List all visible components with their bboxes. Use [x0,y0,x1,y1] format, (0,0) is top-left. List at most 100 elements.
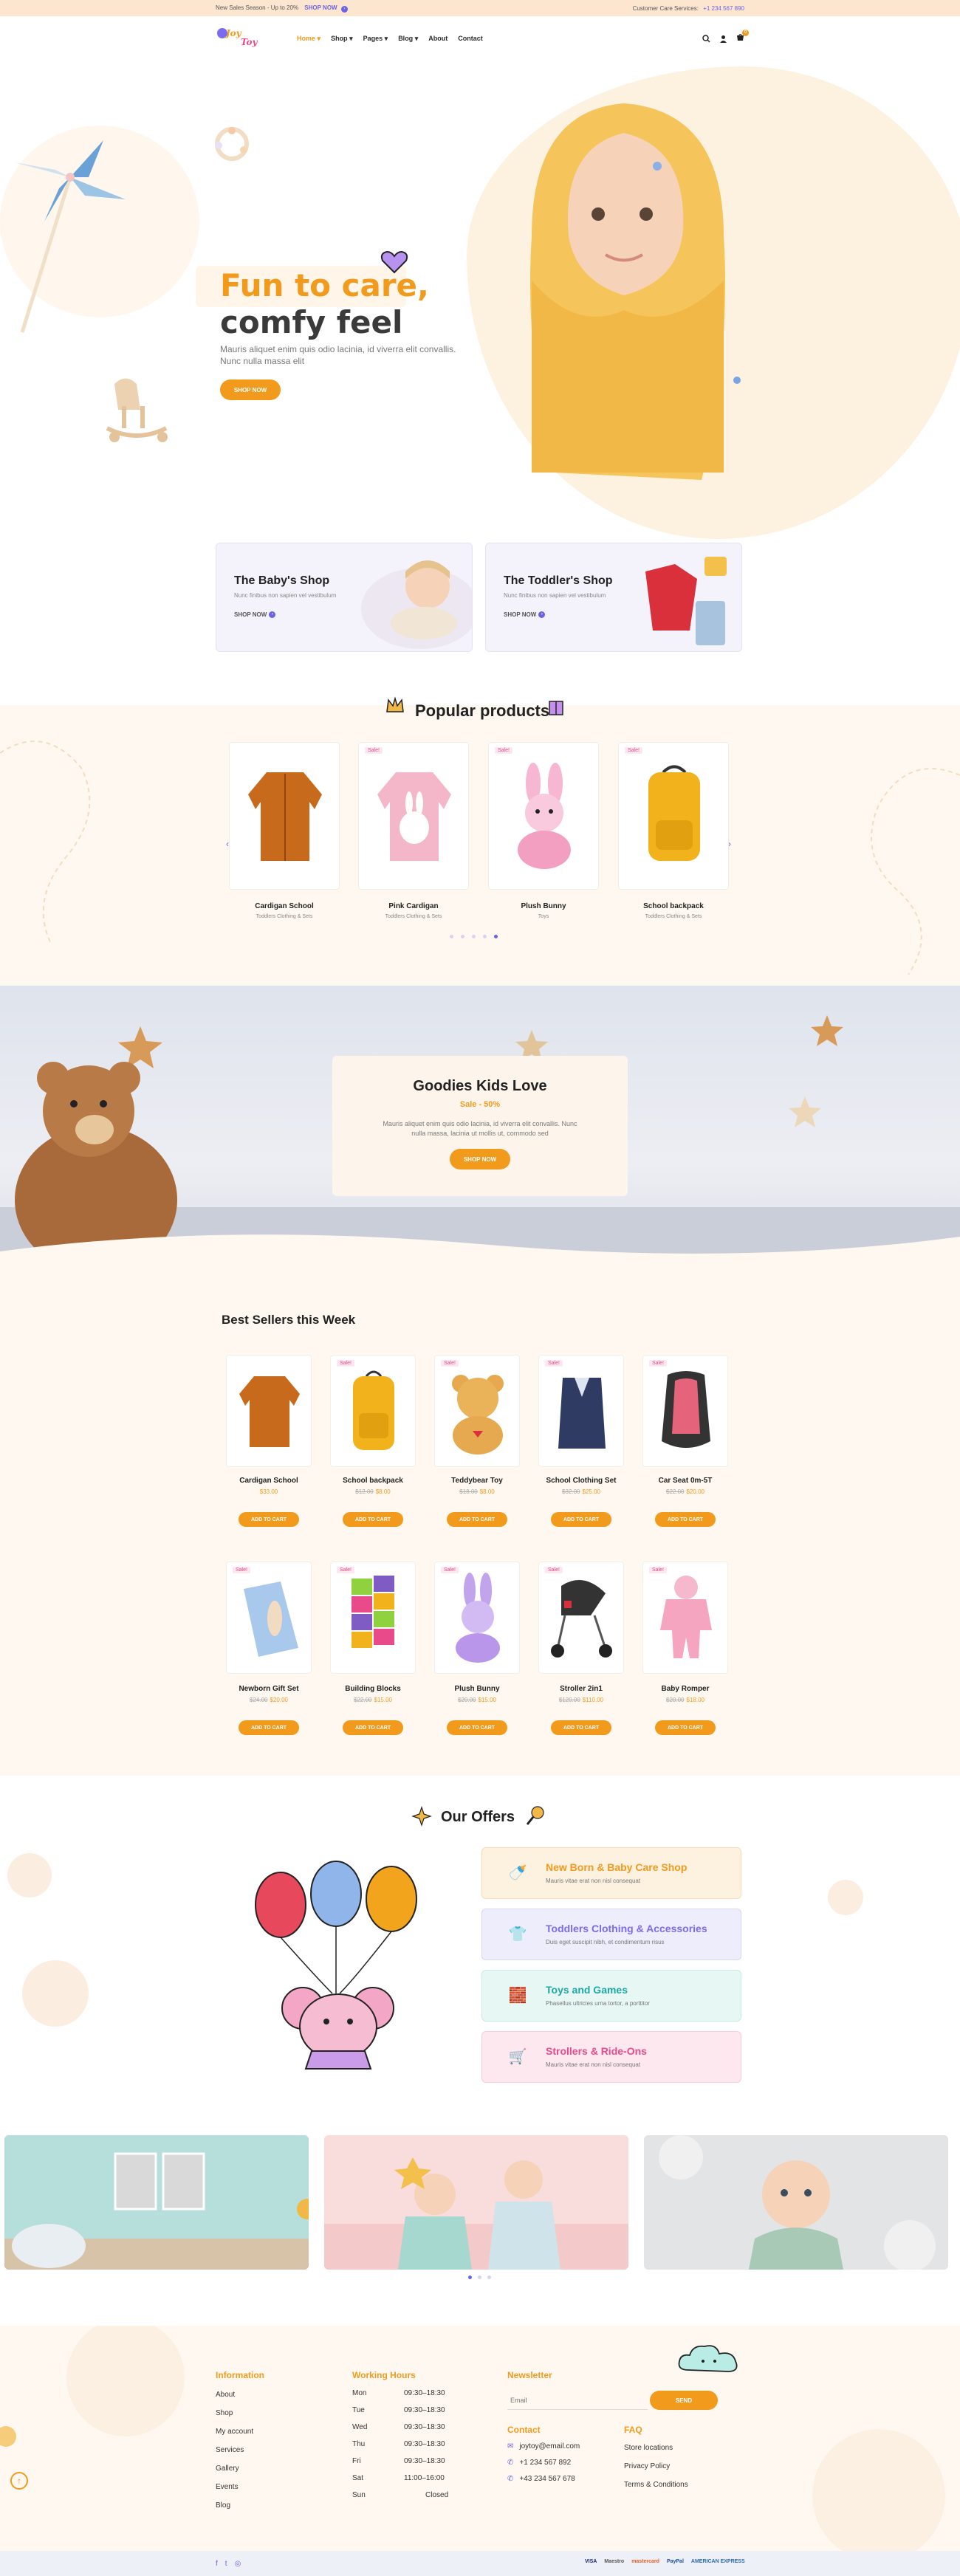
nav-blog[interactable]: Blog ▾ [398,35,418,43]
hero-shop-now-button[interactable]: SHOP NOW [220,379,281,400]
add-to-cart-button[interactable]: ADD TO CART [343,1720,403,1735]
toddlers-shop-card[interactable]: The Toddler's Shop Nunc finibus non sapi… [485,543,742,652]
carousel-dot-active[interactable] [494,935,498,938]
nav-pages[interactable]: Pages ▾ [363,35,388,43]
best-seller-name[interactable]: School backpack [330,1477,416,1485]
search-icon[interactable] [702,34,710,43]
best-seller-name[interactable]: Car Seat 0m-5T [642,1477,728,1485]
footer-link[interactable]: Shop [216,2409,233,2417]
best-seller-name[interactable]: Teddybear Toy [434,1477,520,1485]
carousel-dot[interactable] [483,935,487,938]
nav-about[interactable]: About [428,35,448,43]
best-seller-name[interactable]: Plush Bunny [434,1685,520,1693]
twitter-icon[interactable]: t [225,2560,227,2568]
scroll-to-top-button[interactable]: ↑ [10,2472,28,2490]
footer-link[interactable]: Privacy Policy [624,2462,670,2470]
gallery-dot-active[interactable] [468,2276,472,2279]
popular-product-card[interactable]: Sale! [358,742,469,890]
footer-link[interactable]: Store locations [624,2444,673,2452]
promo-shop-now-link[interactable]: SHOP NOW [304,4,337,11]
footer-link[interactable]: Services [216,2446,244,2454]
footer-link[interactable]: Blog [216,2501,230,2510]
add-to-cart-button[interactable]: ADD TO CART [447,1512,507,1527]
best-seller-card[interactable]: Sale! [434,1355,520,1467]
carousel-dot[interactable] [461,935,464,938]
logo-bottom-text: Toy [241,37,258,47]
arrow-right-icon[interactable]: › [340,5,348,13]
add-to-cart-button[interactable]: ADD TO CART [343,1512,403,1527]
best-seller-card[interactable]: Sale! [538,1355,624,1467]
facebook-icon[interactable]: f [216,2560,218,2568]
carousel-dot[interactable] [450,935,453,938]
best-seller-name[interactable]: School Clothing Set [538,1477,624,1485]
footer-link[interactable]: Terms & Conditions [624,2481,688,2489]
best-seller-name[interactable]: Building Blocks [330,1685,416,1693]
offer-toys[interactable]: 🧱 Toys and Games Phasellus ultricies urn… [481,1970,741,2022]
best-seller-card[interactable]: Sale! [226,1562,312,1674]
offer-text: Phasellus ultricies urna tortor, a portt… [546,2000,650,2007]
popular-title: Popular products [415,701,550,720]
offer-newborn[interactable]: 🍼 New Born & Baby Care Shop Mauris vitae… [481,1847,741,1899]
popular-product-name[interactable]: Plush Bunny [488,902,599,910]
best-seller-card[interactable]: Sale! [642,1562,728,1674]
contact-phone[interactable]: ✆ +1 234 567 892 [507,2459,571,2467]
popular-product-name[interactable]: Cardigan School [229,902,340,910]
popular-product-name[interactable]: School backpack [618,902,729,910]
stroller-icon: 🛒 [508,2049,527,2065]
user-icon[interactable] [719,35,727,43]
carousel-dot[interactable] [472,935,476,938]
best-seller-name[interactable]: Cardigan School [226,1477,312,1485]
newsletter-email-input[interactable] [507,2391,648,2410]
footer-link[interactable]: Events [216,2483,239,2491]
add-to-cart-button[interactable]: ADD TO CART [239,1720,299,1735]
cart-button[interactable]: 0 [736,30,749,44]
banner-shop-now-button[interactable]: SHOP NOW [450,1149,510,1169]
babys-shop-card[interactable]: The Baby's Shop Nunc finibus non sapien … [216,543,473,652]
best-seller-name[interactable]: Baby Romper [642,1685,728,1693]
sale-badge: Sale! [545,1360,563,1367]
toddlers-shop-link[interactable]: SHOP NOW › [504,611,546,618]
popular-product-card[interactable]: Sale! [488,742,599,890]
best-seller-card[interactable]: Sale! [434,1562,520,1674]
logo[interactable]: Joy Toy [216,24,267,53]
sale-badge: Sale! [495,747,512,754]
babys-shop-link[interactable]: SHOP NOW › [234,611,276,618]
nav-contact[interactable]: Contact [458,35,483,43]
best-seller-card[interactable]: Sale! [642,1355,728,1467]
add-to-cart-button[interactable]: ADD TO CART [551,1720,611,1735]
best-seller-name[interactable]: Newborn Gift Set [226,1685,312,1693]
best-seller-card[interactable]: Sale! [330,1562,416,1674]
footer-link[interactable]: My account [216,2428,253,2436]
popular-product-name[interactable]: Pink Cardigan [358,902,469,910]
best-seller-name[interactable]: Stroller 2in1 [538,1685,624,1693]
offer-strollers[interactable]: 🛒 Strollers & Ride-Ons Mauris vitae erat… [481,2031,741,2083]
nav-home[interactable]: Home ▾ [297,35,320,43]
best-seller-card[interactable]: Sale! [330,1355,416,1467]
add-to-cart-button[interactable]: ADD TO CART [655,1720,716,1735]
best-seller-price: $18.00 $8.00 [459,1488,495,1495]
gallery-dot[interactable] [487,2276,491,2279]
best-seller-card[interactable] [226,1355,312,1467]
add-to-cart-button[interactable]: ADD TO CART [551,1512,611,1527]
gallery-image-baby[interactable] [644,2135,948,2270]
instagram-icon[interactable]: ◎ [235,2560,241,2568]
gallery-dot[interactable] [478,2276,481,2279]
sale-badge: Sale! [441,1360,459,1367]
offer-toddlers[interactable]: 👕 Toddlers Clothing & Accessories Duis e… [481,1909,741,1960]
support-phone[interactable]: +1 234 567 890 [703,5,744,12]
gallery-image-kids-playing[interactable] [324,2135,628,2270]
footer-link[interactable]: About [216,2391,235,2399]
newsletter-send-button[interactable]: SEND [650,2391,718,2410]
footer-link[interactable]: Gallery [216,2465,239,2473]
contact-email[interactable]: ✉ joytoy@email.com [507,2442,580,2450]
popular-product-card[interactable] [229,742,340,890]
nav-shop[interactable]: Shop ▾ [331,35,353,43]
best-seller-card[interactable]: Sale! [538,1562,624,1674]
popular-product-card[interactable]: Sale! [618,742,729,890]
hours-day: Wed [352,2423,368,2431]
add-to-cart-button[interactable]: ADD TO CART [655,1512,716,1527]
contact-phone[interactable]: ✆ +43 234 567 678 [507,2475,575,2483]
add-to-cart-button[interactable]: ADD TO CART [447,1720,507,1735]
add-to-cart-button[interactable]: ADD TO CART [239,1512,299,1527]
gallery-image-nursery[interactable] [4,2135,309,2270]
